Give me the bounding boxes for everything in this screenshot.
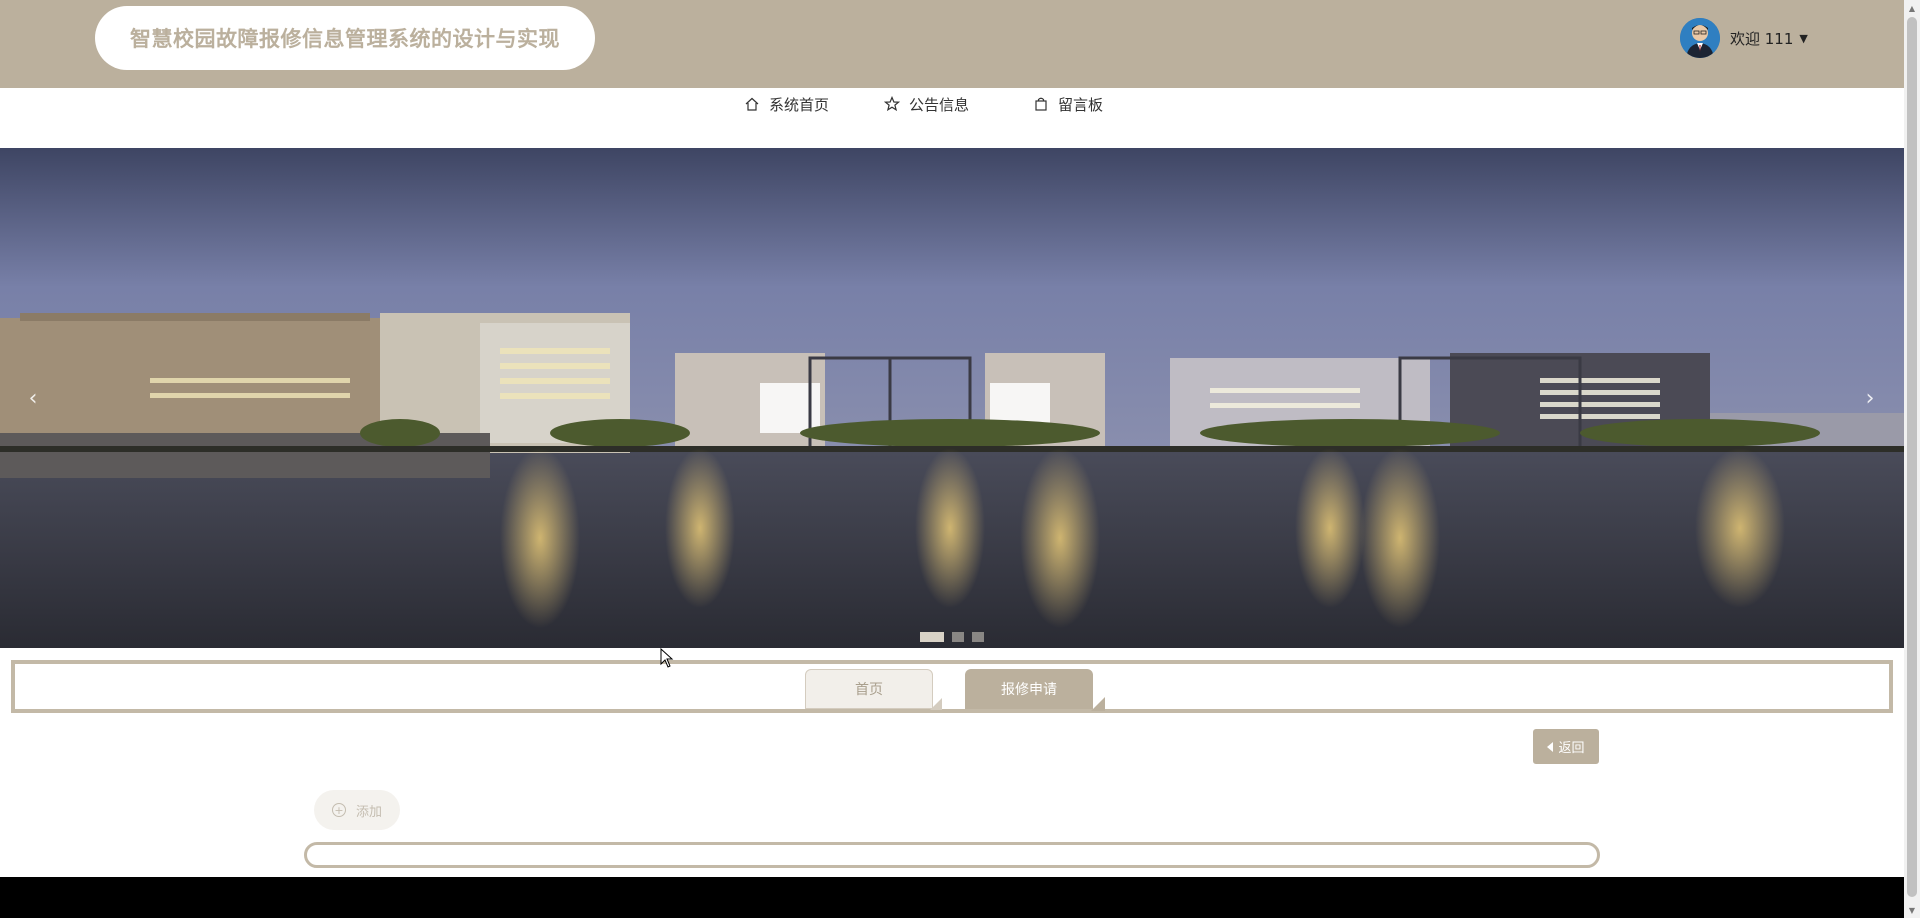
page: 智慧校园故障报修信息管理系统的设计与实现 欢迎 111 ▼ 系统首页 公告信息 … <box>0 0 1920 918</box>
nav-label-home: 系统首页 <box>769 95 830 114</box>
caret-left-icon <box>1547 741 1554 752</box>
back-button[interactable]: 返回 <box>1533 729 1599 764</box>
nav-label-board: 留言板 <box>1058 95 1104 114</box>
scroll-thumb[interactable] <box>1907 17 1917 897</box>
nav-item-notice[interactable]: 公告信息 <box>883 92 969 116</box>
carousel-prev-button[interactable]: ‹ <box>18 383 48 413</box>
user-menu[interactable]: 欢迎 111 ▼ <box>1680 18 1808 58</box>
main-nav: 系统首页 公告信息 留言板 <box>0 88 1904 148</box>
welcome-text: 欢迎 111 <box>1730 29 1794 48</box>
vertical-scrollbar[interactable]: ▲ ▼ <box>1904 0 1920 918</box>
nav-item-board[interactable]: 留言板 <box>1032 92 1103 116</box>
breadcrumb-current-label: 报修申请 <box>1001 682 1057 698</box>
user-avatar[interactable] <box>1680 18 1720 58</box>
carousel-dot-2[interactable] <box>952 632 964 642</box>
nav-item-home[interactable]: 系统首页 <box>743 92 829 116</box>
carousel-dot-3[interactable] <box>972 632 984 642</box>
breadcrumb-home-tail <box>930 698 942 710</box>
breadcrumb-current: 报修申请 <box>965 669 1105 711</box>
add-button-label: 添加 <box>355 804 382 820</box>
nav-label-notice: 公告信息 <box>909 95 970 114</box>
carousel-dot-1[interactable] <box>920 632 944 642</box>
plus-circle-icon: + <box>331 803 346 817</box>
breadcrumb: 首页 报修申请 <box>11 660 1893 713</box>
home-icon <box>743 95 761 113</box>
carousel-next-button[interactable]: › <box>1855 383 1885 413</box>
breadcrumb-home-label: 首页 <box>855 682 883 698</box>
footer <box>0 877 1904 918</box>
carousel-indicators <box>920 632 984 642</box>
caret-down-icon[interactable]: ▼ <box>1799 32 1807 45</box>
breadcrumb-home[interactable]: 首页 <box>805 669 942 710</box>
breadcrumb-current-tail <box>1091 697 1105 711</box>
list-container <box>304 842 1600 868</box>
scroll-down-arrow-icon[interactable]: ▼ <box>1904 902 1920 918</box>
header: 智慧校园故障报修信息管理系统的设计与实现 欢迎 111 ▼ <box>0 0 1904 88</box>
campus-night-photo <box>0 148 1904 648</box>
mouse-cursor-icon <box>660 648 674 668</box>
bag-icon <box>1032 95 1050 113</box>
back-button-label: 返回 <box>1558 741 1585 756</box>
site-title: 智慧校园故障报修信息管理系统的设计与实现 <box>130 27 560 51</box>
scroll-up-arrow-icon[interactable]: ▲ <box>1904 0 1920 16</box>
brand-pill[interactable]: 智慧校园故障报修信息管理系统的设计与实现 <box>95 6 595 70</box>
banner-carousel[interactable]: ‹ › <box>0 148 1904 648</box>
add-button[interactable]: + 添加 <box>314 790 400 830</box>
star-icon <box>883 95 901 113</box>
